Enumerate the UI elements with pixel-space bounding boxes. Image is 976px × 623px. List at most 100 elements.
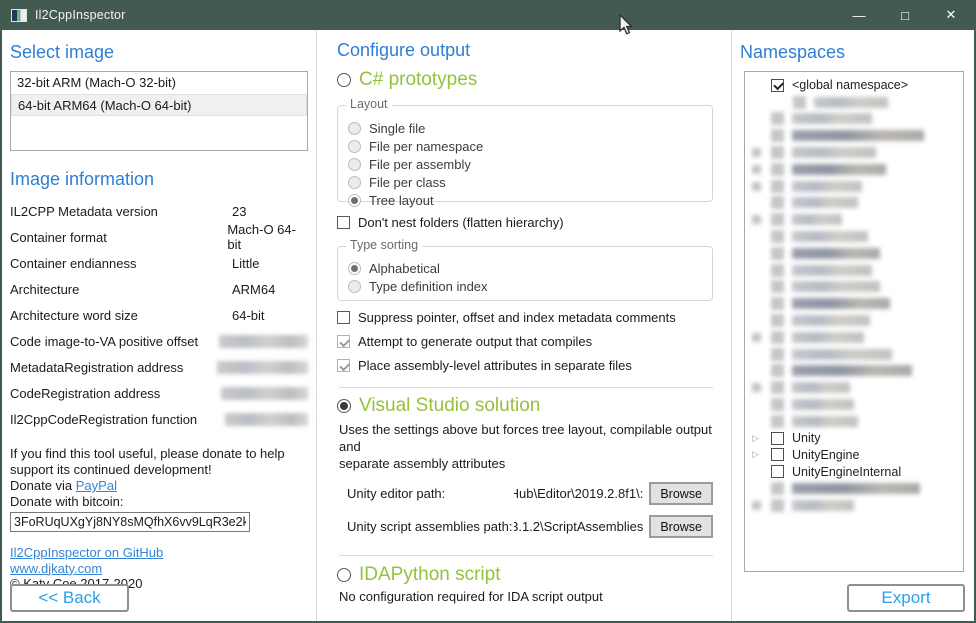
layout-radio[interactable] <box>348 122 361 135</box>
namespace-row[interactable] <box>745 379 963 396</box>
layout-radio[interactable] <box>348 140 361 153</box>
image-listbox[interactable]: 32-bit ARM (Mach-O 32-bit)64-bit ARM64 (… <box>10 71 308 151</box>
dont-nest-checkbox[interactable] <box>337 216 350 229</box>
namespace-checkbox[interactable] <box>771 79 784 92</box>
namespace-row[interactable] <box>745 178 963 195</box>
select-image-heading: Select image <box>10 42 308 63</box>
option-checkbox-row[interactable]: Place assembly-level attributes in separ… <box>337 358 713 373</box>
info-label: Container endianness <box>10 256 232 271</box>
namespace-checkbox[interactable] <box>771 432 784 445</box>
namespace-row[interactable] <box>745 480 963 497</box>
info-row: Container formatMach-O 64-bit <box>10 224 308 250</box>
dont-nest-row[interactable]: Don't nest folders (flatten hierarchy) <box>337 215 713 230</box>
paypal-link[interactable]: PayPal <box>76 478 117 493</box>
layout-option[interactable]: Single file <box>348 120 702 137</box>
namespace-row[interactable] <box>745 413 963 430</box>
close-button[interactable]: ✕ <box>928 0 974 30</box>
namespace-row[interactable] <box>745 211 963 228</box>
vs-solution-label: Visual Studio solution <box>359 395 540 417</box>
namespace-checkbox[interactable] <box>771 465 784 478</box>
info-row: Architecture word size64-bit <box>10 302 308 328</box>
namespace-row[interactable] <box>745 329 963 346</box>
namespace-row[interactable]: UnityEngineInternal <box>745 463 963 480</box>
expander-icon[interactable]: ▷ <box>749 450 771 459</box>
layout-option[interactable]: File per namespace <box>348 138 702 155</box>
namespace-checkbox[interactable] <box>771 448 784 461</box>
type-sorting-option[interactable]: Type definition index <box>348 278 702 295</box>
redacted-expander <box>752 501 761 510</box>
redacted-namespace <box>792 164 886 175</box>
image-list-item[interactable]: 64-bit ARM64 (Mach-O 64-bit) <box>11 94 307 116</box>
namespace-row[interactable] <box>745 312 963 329</box>
idapython-radio[interactable] <box>337 568 351 582</box>
export-button[interactable]: Export <box>847 584 965 612</box>
redacted-namespace <box>792 332 864 343</box>
image-list-item[interactable]: 32-bit ARM (Mach-O 32-bit) <box>11 72 307 94</box>
layout-group-label: Layout <box>346 97 392 111</box>
browse-assemblies-button[interactable]: Browse <box>649 515 713 538</box>
csharp-prototypes-radio[interactable] <box>337 73 351 87</box>
namespace-checkbox <box>771 331 784 344</box>
website-link[interactable]: www.djkaty.com <box>10 561 102 576</box>
browse-editor-button[interactable]: Browse <box>649 482 713 505</box>
namespace-row[interactable] <box>745 111 963 128</box>
expander-slot <box>749 215 771 224</box>
namespace-row[interactable] <box>745 161 963 178</box>
info-row: ArchitectureARM64 <box>10 276 308 302</box>
namespace-row[interactable] <box>745 279 963 296</box>
namespace-label: UnityEngineInternal <box>792 465 901 479</box>
info-label: IL2CPP Metadata version <box>10 204 232 219</box>
namespace-row[interactable]: <global namespace> <box>745 77 963 94</box>
type-sorting-radio[interactable] <box>348 262 361 275</box>
unity-assemblies-path-value[interactable]: ate.3d-3.1.2\ScriptAssemblies <box>514 519 643 534</box>
info-value: 64-bit <box>232 308 265 323</box>
donate-text-line2: support its continued development! <box>10 462 308 478</box>
option-checkbox-row[interactable]: Attempt to generate output that compiles <box>337 334 713 349</box>
namespace-row[interactable] <box>745 346 963 363</box>
namespace-row[interactable]: ▷Unity <box>745 430 963 447</box>
namespace-row[interactable] <box>745 295 963 312</box>
namespace-row[interactable] <box>745 195 963 212</box>
layout-radio[interactable] <box>348 194 361 207</box>
namespace-row[interactable] <box>745 144 963 161</box>
type-sorting-option[interactable]: Alphabetical <box>348 260 702 277</box>
option-checkbox[interactable] <box>337 335 350 348</box>
bitcoin-address-input[interactable] <box>10 512 250 532</box>
option-checkbox[interactable] <box>337 359 350 372</box>
namespace-row[interactable] <box>745 396 963 413</box>
layout-option[interactable]: File per assembly <box>348 156 702 173</box>
namespace-row[interactable] <box>745 94 963 111</box>
unity-editor-path-value[interactable]: :\Unity\Hub\Editor\2019.2.8f1 <box>514 486 643 501</box>
vs-solution-option[interactable]: Visual Studio solution <box>337 395 713 417</box>
layout-radio[interactable] <box>348 158 361 171</box>
option-checkbox[interactable] <box>337 311 350 324</box>
namespace-row[interactable] <box>745 127 963 144</box>
layout-option[interactable]: File per class <box>348 174 702 191</box>
expander-icon[interactable]: ▷ <box>749 434 771 443</box>
minimize-button[interactable]: — <box>836 0 882 30</box>
option-checkbox-row[interactable]: Suppress pointer, offset and index metad… <box>337 310 713 325</box>
namespaces-tree[interactable]: <global namespace> ▷Unity▷UnityEngineUnit… <box>744 71 964 572</box>
namespace-row[interactable] <box>745 228 963 245</box>
namespace-row[interactable]: ▷UnityEngine <box>745 447 963 464</box>
layout-option[interactable]: Tree layout <box>348 192 702 209</box>
info-row: Il2CppCodeRegistration function <box>10 406 308 432</box>
namespace-row[interactable] <box>745 245 963 262</box>
chevron-right-icon: ▷ <box>752 450 759 459</box>
csharp-prototypes-option[interactable]: C# prototypes <box>337 69 713 91</box>
namespace-checkbox <box>771 381 784 394</box>
github-link[interactable]: Il2CppInspector on GitHub <box>10 545 163 560</box>
namespace-row[interactable] <box>745 497 963 514</box>
idapython-option[interactable]: IDAPython script <box>337 564 713 586</box>
namespace-row[interactable] <box>745 262 963 279</box>
namespaces-panel: Namespaces <global namespace>▷Unity▷Unit… <box>732 30 973 621</box>
expander-slot <box>749 333 771 342</box>
maximize-button[interactable]: □ <box>882 0 928 30</box>
vs-solution-radio[interactable] <box>337 399 351 413</box>
namespace-row[interactable] <box>745 363 963 380</box>
redacted-namespace <box>792 382 850 393</box>
unity-assemblies-path-label: Unity script assemblies path: <box>347 519 514 534</box>
back-button[interactable]: << Back <box>10 584 129 612</box>
layout-radio[interactable] <box>348 176 361 189</box>
type-sorting-radio[interactable] <box>348 280 361 293</box>
